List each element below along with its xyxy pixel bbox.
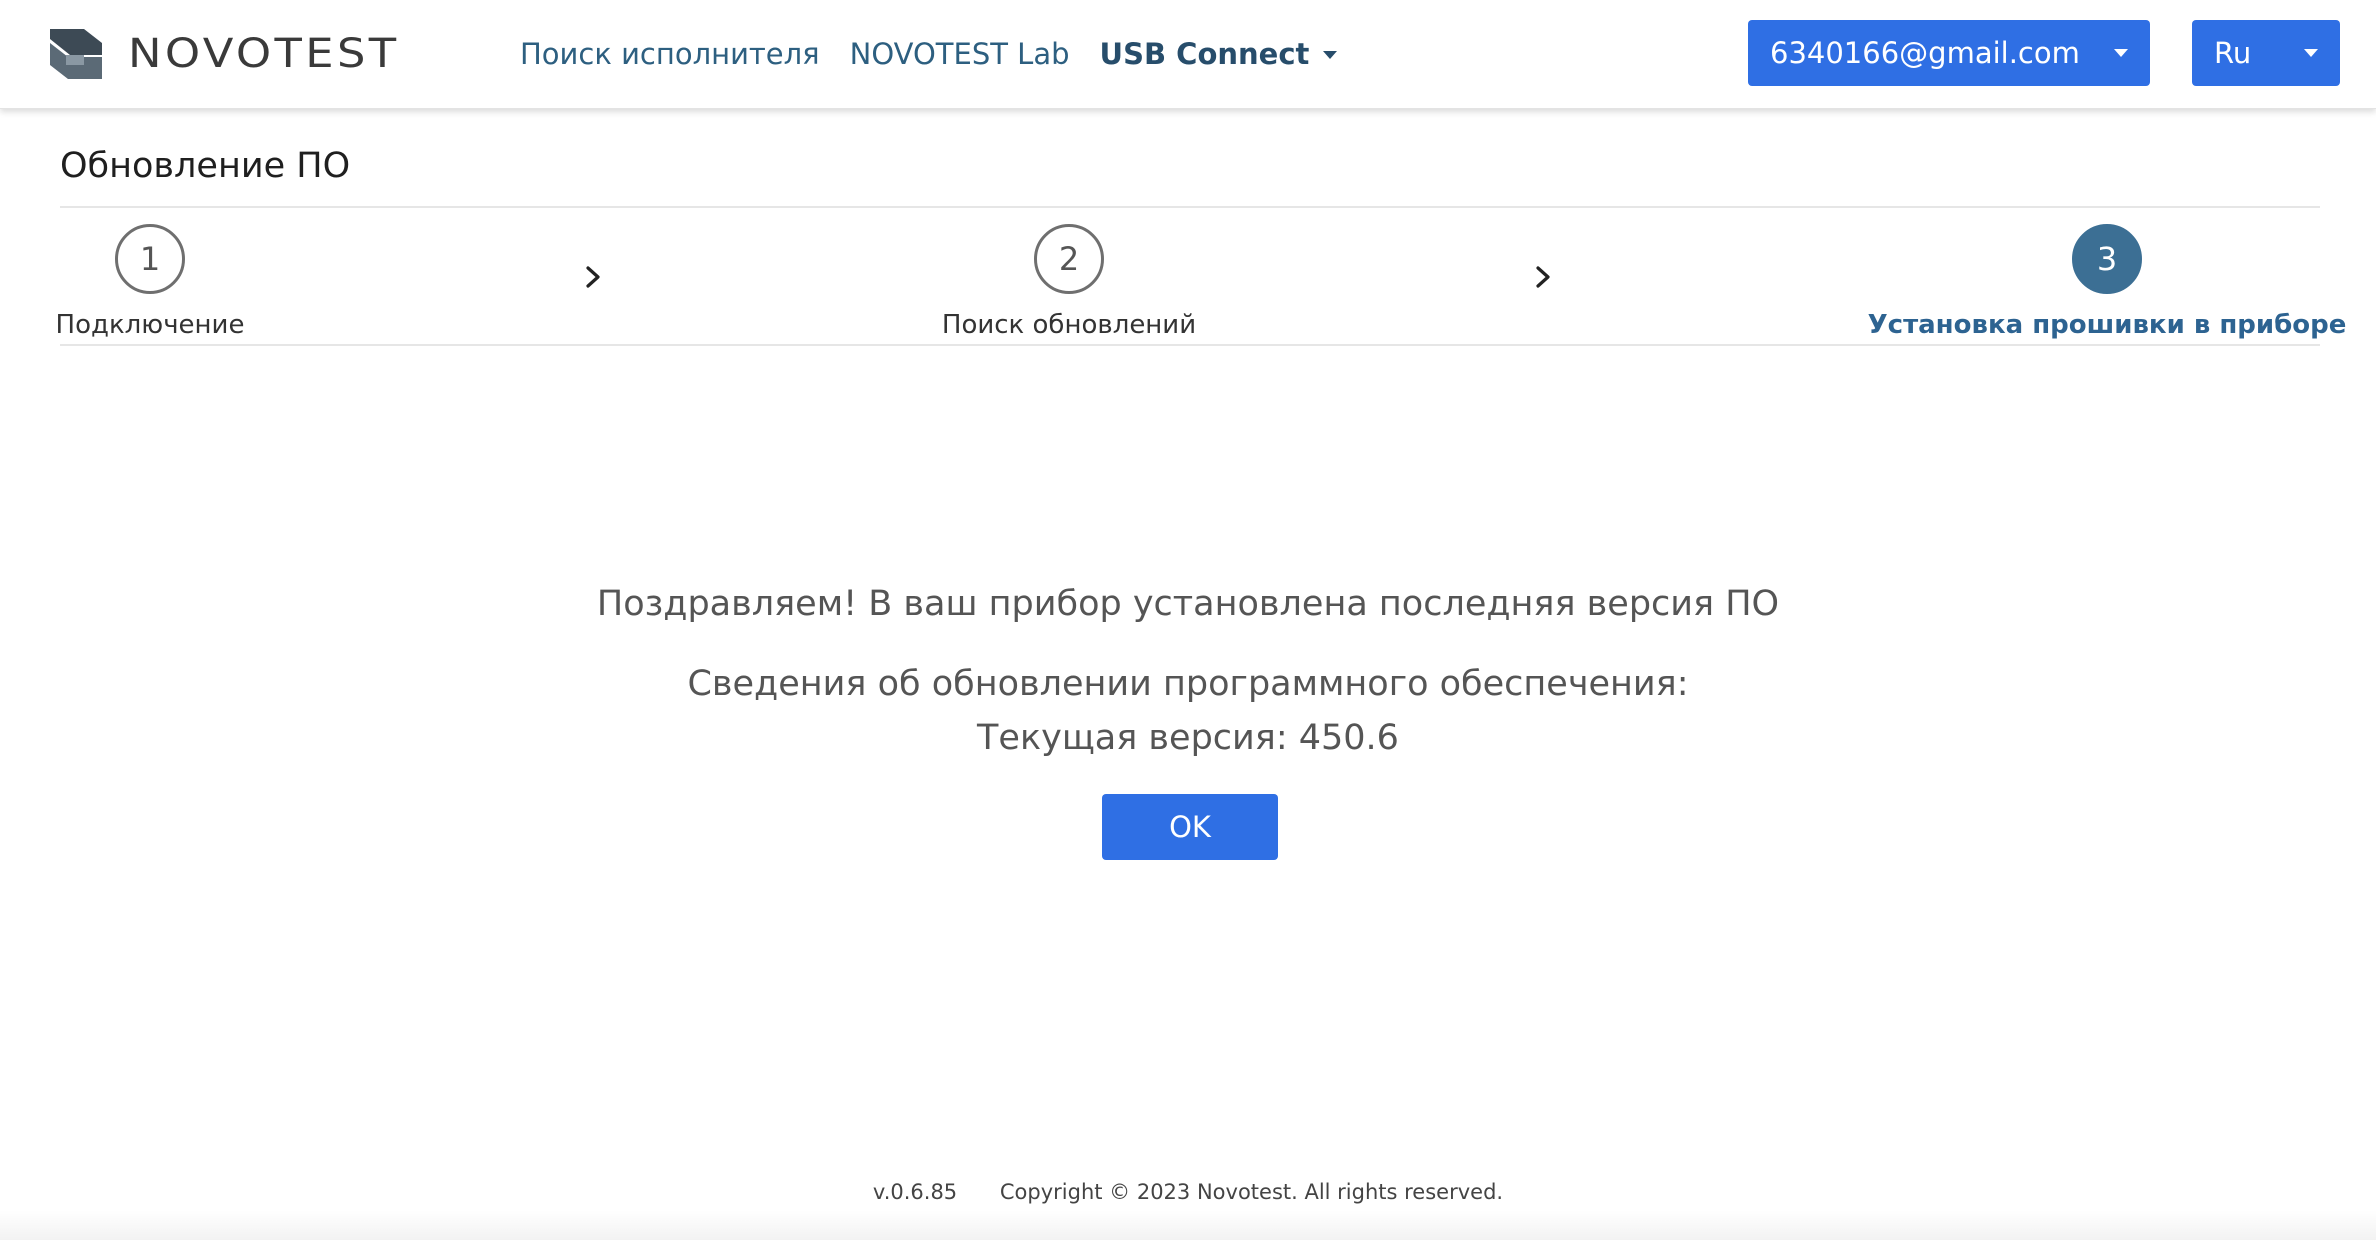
top-navbar: NOVOTEST Поиск исполнителя NOVOTEST Lab … [0,0,2376,109]
step-number-circle: 1 [115,224,185,294]
chevron-right-icon [1536,266,1550,288]
main-nav: Поиск исполнителя NOVOTEST Lab USB Conne… [520,30,1367,78]
footer-shadow [0,1210,2376,1240]
language-dropdown[interactable]: Ru [2192,20,2340,86]
success-message: Поздравляем! В ваш прибор установлена по… [596,584,1780,624]
caret-down-icon [1323,51,1338,59]
step-label: Подключение [55,310,245,340]
logo[interactable]: NOVOTEST [44,24,396,84]
copyright-text: Copyright © 2023 Novotest. All rights re… [999,1180,1504,1204]
chevron-right-icon [586,266,600,288]
step-number-circle-active: 3 [2072,224,2142,294]
nav-link-find-contractor[interactable]: Поиск исполнителя [520,37,820,71]
step-connection: 1 Подключение [56,224,244,340]
step-firmware-install: 3 Установка прошивки в приборе [1868,224,2346,340]
divider [60,344,2320,346]
update-info-heading: Сведения об обновлении программного обес… [687,664,1689,704]
current-version-text: Текущая версия: 450.6 [977,718,1399,758]
caret-down-icon [2304,49,2318,57]
app-version: v.0.6.85 [872,1180,958,1204]
user-account-dropdown[interactable]: 6340166@gmail.com [1748,20,2150,86]
footer: v.0.6.85 Copyright © 2023 Novotest. All … [0,1180,2376,1204]
step-label: Поиск обновлений [941,310,1197,340]
nav-link-novotest-lab[interactable]: NOVOTEST Lab [850,37,1070,71]
divider [60,206,2320,208]
novotest-logo-icon [50,29,102,79]
nav-dropdown-usb-connect[interactable]: USB Connect [1100,37,1338,71]
step-number-circle: 2 [1034,224,1104,294]
language-label: Ru [2214,36,2252,70]
step-label-active: Установка прошивки в приборе [1867,310,2347,340]
page-title: Обновление ПО [60,146,351,186]
caret-down-icon [2114,49,2128,57]
user-email: 6340166@gmail.com [1770,36,2080,70]
step-search-updates: 2 Поиск обновлений [941,224,1197,340]
logo-text: NOVOTEST [128,31,400,77]
nav-dropdown-usb-connect-label: USB Connect [1099,37,1310,71]
ok-button[interactable]: OK [1102,794,1278,860]
